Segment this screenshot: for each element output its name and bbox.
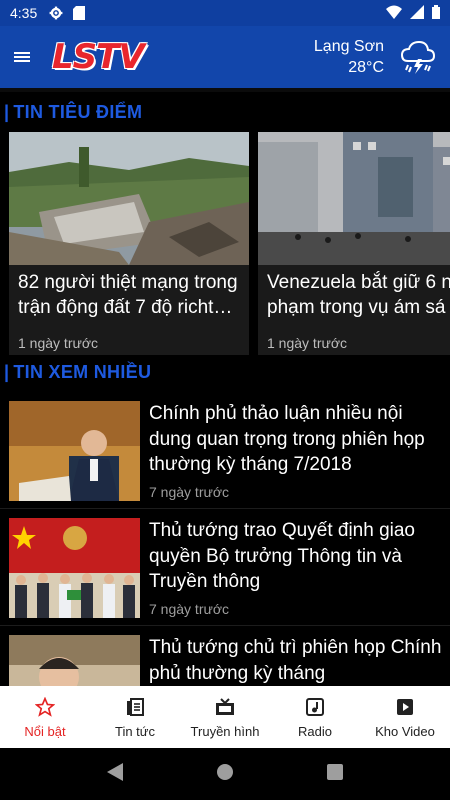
- featured-time: 1 ngày trước: [18, 335, 99, 351]
- featured-time: 1 ngày trước: [267, 335, 348, 351]
- settings-gear-icon: [49, 6, 63, 20]
- article-list: Chính phủ thảo luận nhiều nội dung quan …: [0, 392, 450, 686]
- rain-cloud-icon: [396, 35, 440, 79]
- section-title-most-viewed: | TIN XEM NHIỀU: [4, 362, 152, 382]
- music-note-icon: [306, 696, 324, 718]
- nav-tab-radio[interactable]: Radio: [270, 686, 360, 748]
- featured-image-venezuela: [258, 132, 450, 265]
- nav-tab-tv[interactable]: Truyền hình: [180, 686, 270, 748]
- nav-tab-featured[interactable]: Nổi bật: [0, 686, 90, 748]
- app-logo[interactable]: LSTV: [52, 37, 145, 77]
- article-thumbnail: [9, 635, 140, 686]
- featured-card[interactable]: 82 người thiệt mạng trong trận động đất …: [9, 132, 249, 355]
- signal-icon: [410, 4, 424, 22]
- nav-label: Radio: [298, 723, 332, 739]
- featured-image-earthquake: [9, 132, 249, 265]
- news-feed[interactable]: | TIN TIÊU ĐIỂM 82 người thiệt mạng tron…: [0, 88, 450, 686]
- star-icon: [35, 696, 55, 718]
- section-title-highlight: | TIN TIÊU ĐIỂM: [4, 102, 143, 122]
- video-library-icon: [396, 696, 414, 718]
- system-navigation: [0, 748, 450, 800]
- list-item[interactable]: Thủ tướng chủ trì phiên họp Chính phủ th…: [0, 626, 450, 686]
- home-icon[interactable]: [216, 763, 234, 786]
- nav-label: Truyền hình: [190, 723, 260, 739]
- featured-title: Venezuela bắt giữ 6 n phạm trong vụ ám s…: [267, 272, 450, 318]
- sd-card-icon: [73, 6, 86, 20]
- featured-carousel[interactable]: 82 người thiệt mạng trong trận động đất …: [0, 132, 450, 358]
- article-title: Thủ tướng trao Quyết định giao quyền Bộ …: [149, 520, 415, 592]
- featured-card[interactable]: Venezuela bắt giữ 6 n phạm trong vụ ám s…: [258, 132, 450, 355]
- list-item[interactable]: Chính phủ thảo luận nhiều nội dung quan …: [0, 392, 450, 509]
- list-item[interactable]: Thủ tướng trao Quyết định giao quyền Bộ …: [0, 509, 450, 626]
- nav-label: Kho Video: [375, 723, 435, 739]
- nav-tab-video[interactable]: Kho Video: [360, 686, 450, 748]
- nav-label: Tin tức: [114, 723, 155, 739]
- weather-temperature: 28°C: [348, 59, 384, 76]
- menu-button[interactable]: [0, 26, 44, 88]
- weather-info[interactable]: Lạng Sơn 28°C: [314, 36, 384, 78]
- tv-icon: [215, 696, 235, 718]
- article-title: Thủ tướng chủ trì phiên họp Chính phủ th…: [149, 637, 442, 684]
- featured-title: 82 người thiệt mạng trong trận động đất …: [18, 272, 238, 318]
- article-time: 7 ngày trước: [149, 600, 230, 617]
- wifi-icon: [386, 5, 402, 22]
- app-bar: LSTV Lạng Sơn 28°C: [0, 26, 450, 88]
- weather-city: Lạng Sơn: [313, 38, 384, 55]
- recents-icon[interactable]: [327, 763, 344, 785]
- status-time: 4:35: [10, 5, 38, 21]
- battery-icon: [432, 4, 440, 22]
- nav-label: Nổi bật: [24, 723, 66, 739]
- article-thumbnail: [9, 401, 140, 501]
- article-thumbnail: [9, 518, 140, 618]
- article-title: Chính phủ thảo luận nhiều nội dung quan …: [149, 403, 425, 475]
- nav-tab-news[interactable]: Tin tức: [90, 686, 180, 748]
- status-bar: 4:35: [0, 0, 450, 26]
- hamburger-icon: [14, 50, 30, 64]
- article-time: 7 ngày trước: [149, 483, 230, 500]
- newspaper-icon: [126, 696, 144, 718]
- bottom-navigation: Nổi bật Tin tức Truyền hình Radio Kho Vi…: [0, 686, 450, 748]
- back-icon[interactable]: [106, 762, 123, 786]
